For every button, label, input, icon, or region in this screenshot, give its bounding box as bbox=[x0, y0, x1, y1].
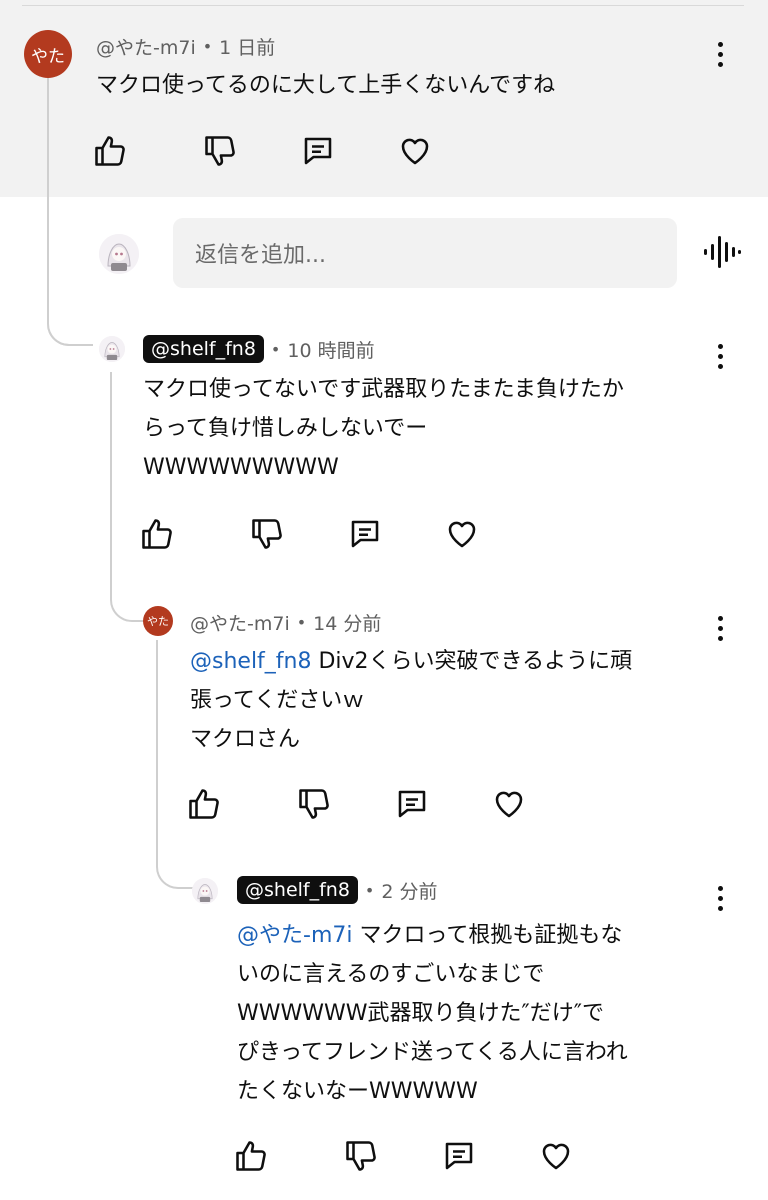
comment-time: 14 分前 bbox=[313, 613, 382, 635]
comment-line-text: マクロって根拠も証拠もな bbox=[352, 923, 623, 948]
comment-line: たくないなーWWWWW bbox=[237, 1079, 478, 1104]
comment-line: @shelf_fn8 Div2くらい突破できるように頑 bbox=[190, 642, 632, 681]
reply-input[interactable]: 返信を追加... bbox=[173, 218, 677, 288]
separator-dot: • bbox=[296, 613, 307, 632]
thread-line bbox=[47, 72, 49, 292]
mention-link[interactable]: @shelf_fn8 bbox=[190, 649, 311, 674]
comment-time: 1 日前 bbox=[219, 37, 276, 59]
comment-line: いのに言えるのすごいなまじで bbox=[237, 962, 545, 987]
comment-meta: @やた-m7i • 1 日前 bbox=[96, 33, 275, 60]
more-vert-icon[interactable] bbox=[708, 342, 732, 372]
mention-link[interactable]: @やた-m7i bbox=[237, 923, 352, 948]
reply-input-placeholder: 返信を追加... bbox=[195, 243, 326, 268]
comment-meta: @やた-m7i • 14 分前 bbox=[190, 609, 381, 636]
comment-line: ぴきってフレンド送ってくる人に言われ bbox=[237, 1040, 628, 1065]
comment-line: WWWWWWWWW bbox=[143, 455, 339, 480]
heart-icon[interactable] bbox=[444, 516, 480, 552]
comment-time: 10 時間前 bbox=[287, 339, 375, 362]
divider bbox=[22, 5, 744, 6]
avatar[interactable]: やた bbox=[24, 30, 72, 78]
comment-line-text: Div2くらい突破できるように頑 bbox=[311, 649, 633, 674]
comment-text: マクロ使ってるのに大して上手くないんですね bbox=[96, 66, 555, 105]
separator-dot: • bbox=[202, 37, 213, 56]
dislike-icon[interactable] bbox=[343, 1138, 379, 1174]
comment-text: @やた-m7i マクロって根拠も証拠もな いのに言えるのすごいなまじで WWWW… bbox=[237, 916, 628, 1111]
reply-icon[interactable] bbox=[394, 786, 430, 822]
comment-meta: @shelf_fn8 • 10 時間前 bbox=[143, 335, 375, 363]
voice-search-icon[interactable] bbox=[702, 234, 742, 270]
avatar[interactable]: やた bbox=[143, 606, 173, 636]
comment-author[interactable]: @やた-m7i bbox=[96, 33, 196, 60]
comment-line: マクロさん bbox=[190, 727, 301, 752]
avatar[interactable] bbox=[99, 336, 125, 362]
separator-dot: • bbox=[364, 880, 375, 900]
comment-text: マクロ使ってないです武器取りたまたま負けたか らって負け惜しみしないでー WWW… bbox=[143, 370, 624, 487]
reply-icon[interactable] bbox=[441, 1138, 477, 1174]
heart-icon[interactable] bbox=[538, 1138, 574, 1174]
like-icon[interactable] bbox=[139, 516, 175, 552]
comment-time: 2 分前 bbox=[381, 880, 438, 903]
comment-author-chip[interactable]: @shelf_fn8 bbox=[143, 335, 264, 363]
comment-text: @shelf_fn8 Div2くらい突破できるように頑 張ってくださいｗ マクロ… bbox=[190, 642, 632, 759]
separator-dot: • bbox=[270, 339, 281, 359]
heart-icon[interactable] bbox=[491, 786, 527, 822]
thread-line bbox=[156, 640, 158, 835]
avatar[interactable] bbox=[192, 878, 218, 904]
dislike-icon[interactable] bbox=[249, 516, 285, 552]
dislike-icon[interactable] bbox=[202, 133, 238, 169]
reply-icon[interactable] bbox=[300, 133, 336, 169]
comment-line: WWWWWW武器取り負けた″だけ″で bbox=[237, 1001, 604, 1026]
like-icon[interactable] bbox=[233, 1138, 269, 1174]
comment-line: 張ってくださいｗ bbox=[190, 688, 365, 713]
thread-line bbox=[110, 372, 112, 582]
comment-author[interactable]: @やた-m7i bbox=[190, 609, 290, 636]
like-icon[interactable] bbox=[186, 786, 222, 822]
comment-line: @やた-m7i マクロって根拠も証拠もな bbox=[237, 916, 628, 955]
like-icon[interactable] bbox=[92, 133, 128, 169]
thread-connector bbox=[156, 825, 194, 889]
comment-line: マクロ使ってるのに大して上手くないんですね bbox=[96, 73, 556, 98]
dislike-icon[interactable] bbox=[296, 786, 332, 822]
thread-connector bbox=[110, 570, 146, 622]
heart-icon[interactable] bbox=[397, 133, 433, 169]
more-vert-icon[interactable] bbox=[708, 614, 732, 644]
comment-line: らって負け惜しみしないでー bbox=[143, 416, 428, 441]
more-vert-icon[interactable] bbox=[708, 40, 732, 70]
comment-author-chip[interactable]: @shelf_fn8 bbox=[237, 876, 358, 904]
comment-meta: @shelf_fn8 • 2 分前 bbox=[237, 876, 438, 904]
reply-icon[interactable] bbox=[347, 516, 383, 552]
thread-connector bbox=[47, 290, 93, 346]
user-avatar[interactable] bbox=[99, 234, 139, 274]
comment-line: マクロ使ってないです武器取りたまたま負けたか bbox=[143, 377, 624, 402]
more-vert-icon[interactable] bbox=[708, 884, 732, 914]
